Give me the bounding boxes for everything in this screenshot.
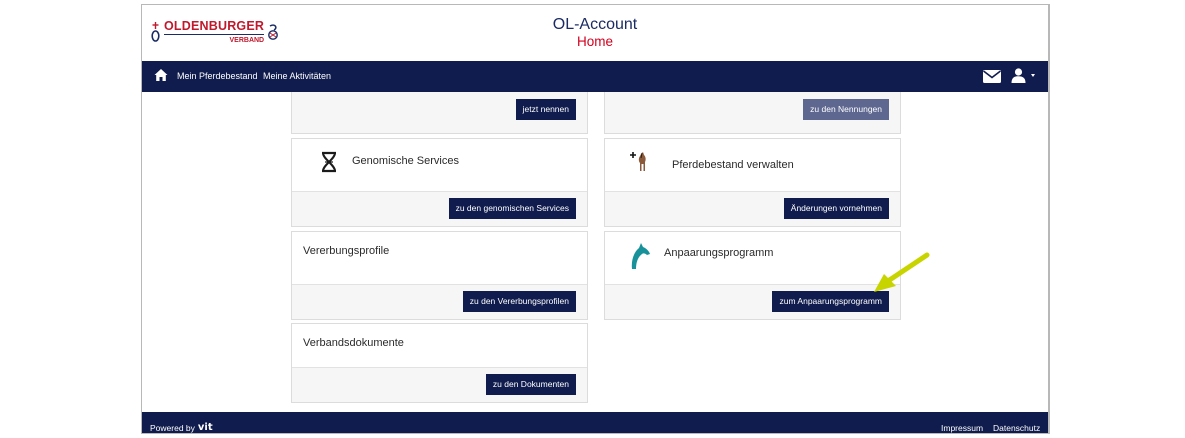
- vit-logo[interactable]: vit: [198, 422, 213, 433]
- card-genomic-services: Genomische Services zu den genomischen S…: [291, 138, 588, 227]
- card-nennungen: zu den Nennungen: [604, 92, 901, 134]
- card-pferdebestand: Pferdebestand verwalten Änderungen vorne…: [604, 138, 901, 227]
- card-title: Verbandsdokumente: [303, 337, 404, 349]
- datenschutz-link[interactable]: Datenschutz: [993, 423, 1040, 433]
- page-header: OLDENBURGER VERBAND OL-Account Home: [142, 5, 1048, 61]
- page-footer: Powered by vit Impressum Datenschutz: [142, 412, 1048, 433]
- impressum-link[interactable]: Impressum: [941, 423, 983, 433]
- nav-item-pferdebestand[interactable]: Mein Pferdebestand: [177, 71, 258, 81]
- aenderungen-vornehmen-button[interactable]: Änderungen vornehmen: [783, 198, 889, 219]
- jetzt-nennen-button[interactable]: jetzt nennen: [515, 99, 576, 120]
- dokumente-button[interactable]: zu den Dokumenten: [485, 374, 576, 395]
- home-icon[interactable]: [154, 68, 168, 82]
- nav-item-aktivitaeten[interactable]: Meine Aktivitäten: [263, 71, 331, 81]
- dna-icon: [322, 151, 336, 173]
- card-title: Genomische Services: [352, 155, 459, 167]
- card-title: Pferdebestand verwalten: [672, 159, 794, 171]
- horse-add-icon: [630, 152, 646, 171]
- main-navbar: Mein Pferdebestand Meine Aktivitäten: [142, 61, 1048, 92]
- genomic-services-button[interactable]: zu den genomischen Services: [448, 198, 576, 219]
- page-subtitle: Home: [576, 34, 613, 49]
- mail-icon[interactable]: [983, 70, 1001, 83]
- card-title: Anpaarungsprogramm: [664, 247, 774, 259]
- powered-by-label: Powered by: [150, 422, 195, 433]
- card-vererbungsprofile: Vererbungsprofile zu den Vererbungsprofi…: [291, 231, 588, 320]
- zu-den-nennungen-button[interactable]: zu den Nennungen: [803, 99, 889, 120]
- card-anpaarungsprogramm: Anpaarungsprogramm zum Anpaarungsprogram…: [604, 231, 901, 320]
- page-title: OL-Account: [552, 16, 638, 33]
- card-nennen: jetzt nennen: [291, 92, 588, 134]
- powered-by: Powered by vit: [150, 422, 213, 433]
- card-verbandsdokumente: Verbandsdokumente zu den Dokumenten: [291, 323, 588, 403]
- browser-frame: OLDENBURGER VERBAND OL-Account Home Mein…: [141, 4, 1050, 434]
- horse-head-icon: [631, 243, 650, 269]
- chevron-down-icon[interactable]: [1031, 74, 1035, 77]
- card-title: Vererbungsprofile: [303, 245, 390, 257]
- user-icon[interactable]: [1011, 68, 1026, 83]
- annotation-arrow-icon: [874, 252, 930, 292]
- vererbungsprofile-button[interactable]: zu den Vererbungsprofilen: [462, 291, 576, 312]
